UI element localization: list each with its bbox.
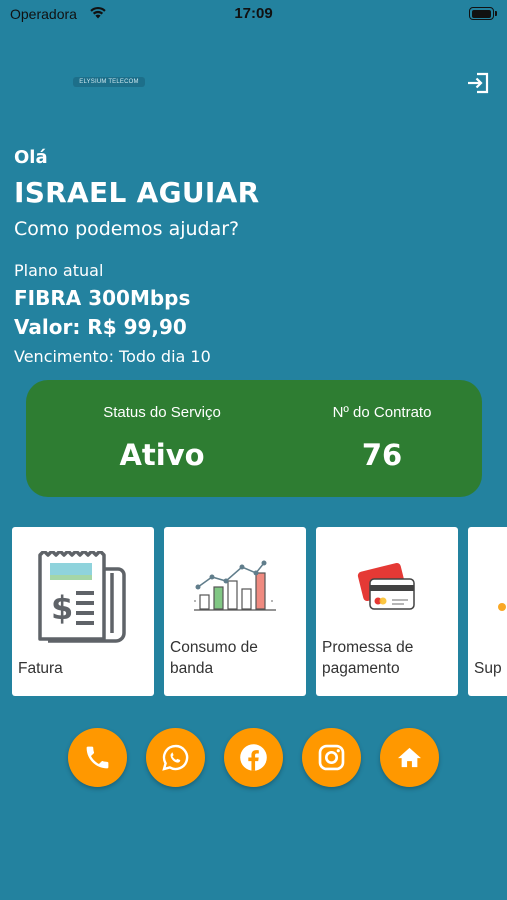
facebook-icon [240, 744, 267, 771]
plan-label: Plano atual [14, 261, 104, 280]
plan-due-date: Vencimento: Todo dia 10 [14, 347, 211, 366]
contract-number-label: Nº do Contrato [332, 404, 432, 421]
svg-text:$: $ [51, 589, 73, 627]
menu-card-invoice[interactable]: $ Fatura [12, 527, 154, 696]
status-bar: Operadora 17:09 [0, 0, 507, 30]
instagram-icon [318, 744, 345, 771]
logout-icon[interactable] [466, 71, 490, 95]
service-status-card: Status do Serviço Ativo Nº do Contrato 7… [26, 380, 482, 497]
greeting-hello: Olá [14, 147, 48, 168]
support-icon [498, 603, 506, 611]
company-logo: ELYSIUM TELECOM [73, 77, 145, 87]
facebook-button[interactable] [224, 728, 283, 787]
menu-card-label: Sup [474, 660, 502, 677]
credit-card-icon [357, 562, 415, 610]
service-status-value: Ativo [119, 438, 205, 472]
menu-card-payment-promise[interactable]: Promessa de pagamento [316, 527, 458, 696]
bandwidth-chart-icon [194, 560, 276, 611]
plan-price: Valor: R$ 99,90 [14, 315, 187, 339]
user-name: ISRAEL AGUIAR [14, 176, 260, 209]
phone-icon [86, 746, 109, 769]
home-button[interactable] [380, 728, 439, 787]
menu-carousel[interactable]: $ Fatura Consumo de banda Promessa de pa… [0, 527, 507, 697]
battery-icon [469, 7, 497, 20]
phone-button[interactable] [68, 728, 127, 787]
help-prompt: Como podemos ajudar? [14, 218, 240, 240]
instagram-button[interactable] [302, 728, 361, 787]
menu-card-label: Consumo de banda [170, 639, 258, 677]
invoice-icon: $ [38, 551, 126, 643]
service-status: Status do Serviço Ativo [48, 380, 276, 497]
menu-card-label: Promessa de pagamento [322, 639, 414, 677]
service-status-label: Status do Serviço [103, 404, 221, 421]
menu-card-bandwidth[interactable]: Consumo de banda [164, 527, 306, 696]
whatsapp-icon [162, 744, 189, 771]
contract-number-value: 76 [361, 438, 403, 472]
whatsapp-button[interactable] [146, 728, 205, 787]
menu-card-support[interactable]: Sup [468, 527, 507, 696]
plan-name: FIBRA 300Mbps [14, 286, 191, 310]
menu-card-label: Fatura [18, 660, 63, 677]
clock: 17:09 [234, 5, 273, 22]
home-icon [398, 747, 421, 768]
contract-number: Nº do Contrato 76 [268, 380, 496, 497]
